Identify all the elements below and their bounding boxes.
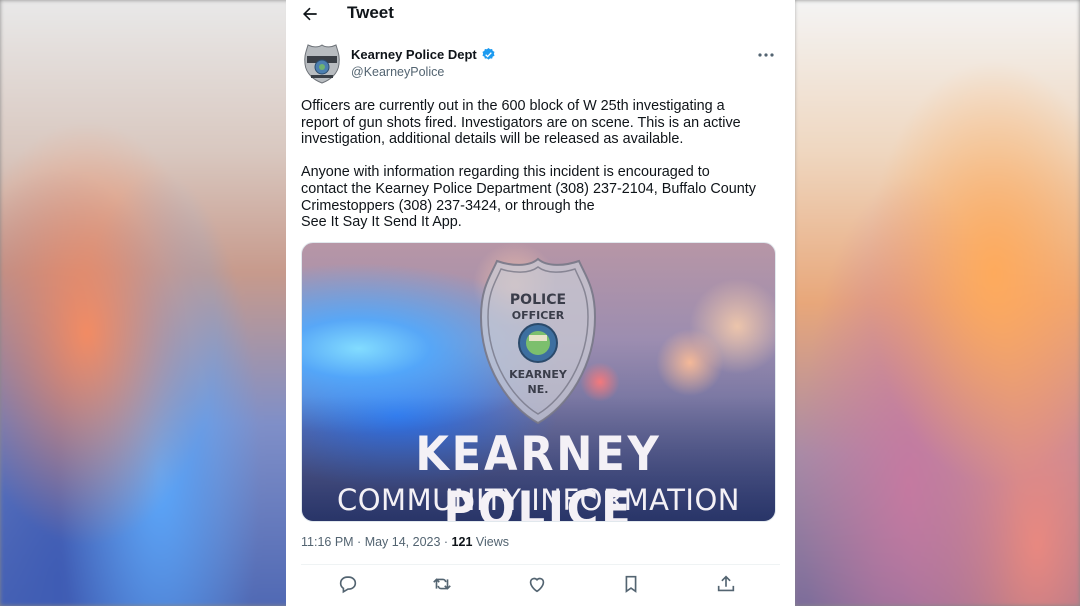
author-name-row: Kearney Police Dept (351, 47, 496, 62)
tweet-meta: 11:16 PM · May 14, 2023 · 121 Views (301, 535, 510, 549)
like-icon[interactable] (526, 573, 548, 595)
badge-text-middle: OFFICER (512, 309, 565, 322)
image-subheadline: COMMUNITY INFORMATION (336, 483, 741, 517)
views-label: Views (475, 535, 510, 549)
tweet-date[interactable]: May 14, 2023 (365, 535, 441, 549)
divider (301, 564, 780, 565)
share-icon[interactable] (715, 573, 737, 595)
background-left (0, 0, 290, 606)
police-badge-graphic: POLICE OFFICER KEARNEY NE. (479, 257, 597, 425)
tweet-card: Tweet Kearney Police Dept @KearneyPolice… (286, 0, 795, 606)
badge-text-city: KEARNEY (509, 368, 568, 381)
bookmark-icon[interactable] (620, 573, 642, 595)
top-bar: Tweet (286, 0, 795, 28)
badge-text-top: POLICE (510, 292, 566, 308)
reply-icon[interactable] (337, 573, 359, 595)
verified-badge-icon (482, 47, 495, 60)
page-title: Tweet (347, 3, 394, 22)
more-options-icon[interactable] (756, 46, 776, 64)
badge-text-state: NE. (528, 383, 549, 396)
action-bar (286, 573, 795, 597)
views-count: 121 (451, 535, 473, 549)
author-name[interactable]: Kearney Police Dept (351, 47, 477, 62)
back-arrow-icon[interactable] (300, 4, 320, 24)
author-handle[interactable]: @KearneyPolice (351, 65, 444, 79)
retweet-icon[interactable] (431, 573, 453, 595)
avatar[interactable] (303, 44, 341, 84)
background-right (794, 0, 1080, 606)
tweet-text: Officers are currently out in the 600 bl… (301, 98, 756, 231)
tweet-time[interactable]: 11:16 PM (301, 535, 354, 549)
tweet-image[interactable]: POLICE OFFICER KEARNEY NE. KEARNEY POLIC… (301, 242, 776, 522)
